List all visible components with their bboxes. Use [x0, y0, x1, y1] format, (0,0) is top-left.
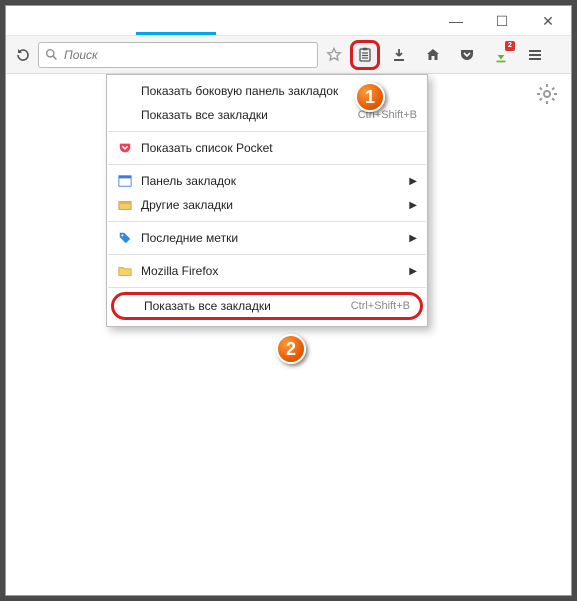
menu-item-mozilla-firefox[interactable]: Mozilla Firefox ▶ [107, 259, 427, 283]
panel-icon [117, 173, 133, 189]
menu-separator [108, 131, 426, 132]
titlebar: — ☐ ✕ [6, 6, 571, 36]
reload-button[interactable] [12, 44, 34, 66]
browser-window: — ☐ ✕ 2 [5, 5, 572, 596]
menu-item-show-all-bottom[interactable]: Показать все закладки Ctrl+Shift+B [111, 292, 423, 320]
hamburger-icon [527, 47, 543, 63]
pocket-icon [117, 140, 133, 156]
window-controls: — ☐ ✕ [433, 6, 571, 35]
menu-item-label: Показать все закладки [144, 299, 337, 313]
tag-icon [117, 230, 133, 246]
folder-box-icon [117, 197, 133, 213]
tab-strip [6, 6, 433, 35]
menu-item-label: Показать список Pocket [141, 141, 417, 155]
submenu-arrow-icon: ▶ [409, 233, 417, 244]
menu-item-label: Показать все закладки [141, 108, 344, 122]
star-icon [326, 47, 342, 63]
search-input[interactable] [64, 48, 311, 62]
search-box[interactable] [38, 42, 318, 68]
menu-separator [108, 287, 426, 288]
close-button[interactable]: ✕ [525, 6, 571, 36]
settings-gear-button[interactable] [537, 84, 557, 107]
menu-item-label: Другие закладки [141, 198, 401, 212]
minimize-button[interactable]: — [433, 6, 479, 36]
menu-item-label: Mozilla Firefox [141, 264, 401, 278]
active-tab-indicator [136, 32, 216, 35]
bookmark-star-button[interactable] [322, 47, 346, 63]
step-badge-2: 2 [276, 334, 306, 364]
clipboard-list-icon [357, 47, 373, 63]
bookmarks-dropdown-menu: Показать боковую панель закладок Показат… [106, 74, 428, 327]
folder-icon [117, 263, 133, 279]
pocket-button[interactable] [452, 40, 482, 70]
gear-icon [537, 84, 557, 104]
maximize-button[interactable]: ☐ [479, 6, 525, 36]
menu-separator [108, 254, 426, 255]
menu-item-bookmark-panel[interactable]: Панель закладок ▶ [107, 169, 427, 193]
bookmarks-menu-button[interactable] [350, 40, 380, 70]
toolbar: 2 [6, 36, 571, 74]
menu-item-shortcut: Ctrl+Shift+B [351, 300, 410, 312]
downloads-button[interactable] [384, 40, 414, 70]
hamburger-menu-button[interactable] [520, 40, 550, 70]
step-badge-1: 1 [355, 82, 385, 112]
menu-separator [108, 221, 426, 222]
menu-separator [108, 164, 426, 165]
submenu-arrow-icon: ▶ [409, 200, 417, 211]
home-button[interactable] [418, 40, 448, 70]
submenu-arrow-icon: ▶ [409, 266, 417, 277]
menu-item-recent-tags[interactable]: Последние метки ▶ [107, 226, 427, 250]
menu-item-pocket[interactable]: Показать список Pocket [107, 136, 427, 160]
reload-icon [15, 47, 31, 63]
download-badge: 2 [505, 41, 515, 51]
submenu-arrow-icon: ▶ [409, 176, 417, 187]
download-manager-button[interactable]: 2 [486, 40, 516, 70]
menu-item-other-bookmarks[interactable]: Другие закладки ▶ [107, 193, 427, 217]
menu-item-label: Последние метки [141, 231, 401, 245]
pocket-icon [459, 47, 475, 63]
search-icon [45, 48, 58, 61]
menu-item-label: Панель закладок [141, 174, 401, 188]
download-arrow-icon [391, 47, 407, 63]
home-icon [425, 47, 441, 63]
